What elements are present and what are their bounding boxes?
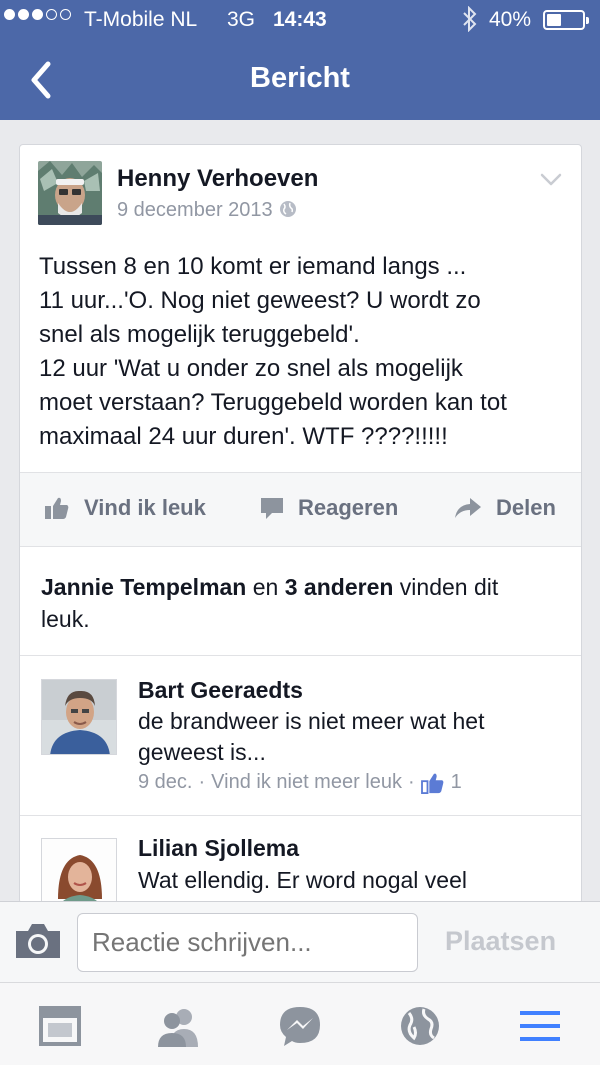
post-card: Henny Verhoeven 9 december 2013 Tussen 8…	[19, 144, 582, 904]
comment-date: 9 dec.	[138, 771, 193, 793]
post-action-bar: Vind ik leuk Reageren Delen	[20, 472, 581, 547]
divider	[20, 655, 581, 656]
post-date-text: 9 december 2013	[117, 199, 273, 221]
post-body: Tussen 8 en 10 komt er iemand langs ... …	[39, 250, 569, 454]
bluetooth-icon	[463, 6, 477, 32]
share-arrow-icon	[455, 498, 481, 518]
post-comment-button[interactable]: Plaatsen	[445, 926, 556, 957]
like-button[interactable]: Vind ik leuk	[44, 495, 206, 521]
battery-percentage: 40%	[489, 8, 532, 31]
network-type: 3G	[227, 8, 256, 31]
clock: 14:43	[273, 8, 327, 31]
battery-icon	[543, 10, 589, 30]
comment-line: de brandweer is niet meer wat het	[138, 708, 485, 734]
post-author-name[interactable]: Henny Verhoeven	[117, 165, 318, 193]
likes-suffix: vinden dit	[393, 574, 499, 600]
post-date: 9 december 2013	[117, 199, 297, 222]
comment-meta: 9 dec. · Vind ik niet meer leuk · 1	[138, 771, 462, 794]
globe-icon[interactable]	[398, 1005, 442, 1047]
navigation-bar: Bericht	[0, 40, 600, 120]
unlike-link[interactable]: Vind ik niet meer leuk	[211, 771, 402, 794]
post-options-chevron-icon[interactable]	[540, 173, 562, 187]
like-label: Vind ik leuk	[84, 495, 206, 520]
carrier-name: T-Mobile NL	[84, 8, 198, 31]
likes-others: 3 anderen	[284, 574, 394, 600]
status-bar: T-Mobile NL 3G 14:43 40%	[0, 0, 600, 40]
commenter-avatar[interactable]	[41, 679, 117, 755]
comment-like-count: 1	[450, 771, 462, 793]
post-line: maximaal 24 uur duren'. WTF ????!!!!!	[39, 423, 448, 450]
likes-summary[interactable]: Jannie Tempelman en 3 anderen vinden dit…	[41, 571, 566, 635]
comment-line: Wat ellendig. Er word nogal veel	[138, 867, 467, 893]
comment-input[interactable]	[77, 913, 418, 972]
meta-separator: ·	[198, 771, 206, 793]
signal-strength-icon	[4, 9, 71, 20]
divider	[20, 815, 581, 816]
friends-icon[interactable]	[156, 1005, 200, 1047]
post-line: 11 uur...'O. Nog niet geweest? U wordt z…	[39, 287, 481, 314]
post-line: Tussen 8 en 10 komt er iemand langs ...	[39, 253, 467, 280]
post-line: moet verstaan? Teruggebeld worden kan to…	[39, 389, 507, 416]
meta-separator: ·	[408, 771, 415, 793]
comment-bubble-icon	[261, 498, 283, 519]
page-title: Bericht	[250, 62, 350, 94]
comment-line: geweest is...	[138, 739, 266, 765]
comment-button[interactable]: Reageren	[260, 495, 398, 521]
commenter-name[interactable]: Lilian Sjollema	[138, 835, 299, 862]
news-feed-icon[interactable]	[38, 1005, 82, 1047]
comment-composer: Plaatsen	[0, 901, 600, 982]
messenger-icon[interactable]	[278, 1005, 322, 1047]
commenter-name[interactable]: Bart Geeraedts	[138, 677, 303, 704]
liker-name: Jannie Tempelman	[41, 574, 247, 600]
share-button[interactable]: Delen	[454, 495, 556, 521]
share-label: Delen	[496, 495, 556, 520]
camera-icon[interactable]	[14, 922, 62, 960]
comment-label: Reageren	[298, 495, 399, 520]
thumbs-up-icon	[420, 773, 444, 794]
likes-suffix-2: leuk.	[41, 606, 90, 632]
post-line: 12 uur 'Wat u onder zo snel als mogelijk	[39, 355, 463, 382]
menu-icon[interactable]	[518, 1005, 562, 1047]
thumbs-up-icon	[45, 497, 69, 519]
post-line: snel als mogelijk teruggebeld'.	[39, 321, 360, 348]
comment-body: de brandweer is niet meer wat het gewees…	[138, 706, 558, 768]
comment-body: Wat ellendig. Er word nogal veel	[138, 865, 558, 896]
likes-connector: en	[246, 574, 285, 600]
author-avatar[interactable]	[38, 161, 102, 225]
tab-bar	[0, 982, 600, 1065]
commenter-avatar[interactable]	[41, 838, 117, 903]
globe-icon	[279, 201, 296, 217]
